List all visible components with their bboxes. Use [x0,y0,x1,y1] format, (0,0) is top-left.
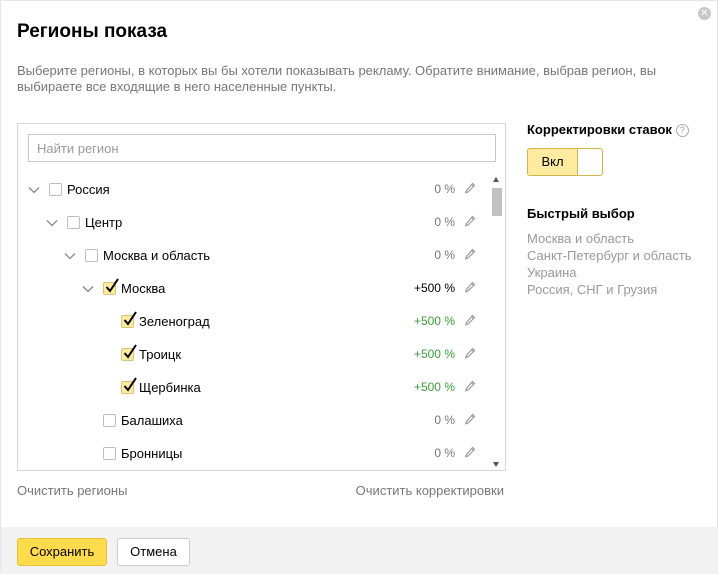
tree-row[interactable]: Троицк +500 % [18,339,488,372]
scroll-up-icon[interactable] [493,177,499,182]
pencil-icon[interactable] [464,380,476,394]
region-label: Балашиха [121,413,183,428]
quick-select-list: Москва и область Санкт-Петербург и облас… [527,230,697,298]
dialog-description: Выберите регионы, в которых вы бы хотели… [17,63,657,94]
bid-adjustment-percent: +500 % [413,347,455,361]
quick-select-heading: Быстрый выбор [527,206,635,221]
dialog-footer: Сохранить Отмена [1,527,718,574]
chevron-down-icon[interactable] [27,183,41,197]
tree-row[interactable]: Зеленоград +500 % [18,306,488,339]
region-label: Москва и область [103,248,211,263]
region-label: Зеленоград [139,314,210,329]
tree-row[interactable]: Москва +500 % [18,273,488,306]
quick-item[interactable]: Россия, СНГ и Грузия [527,281,697,298]
pencil-icon[interactable] [464,248,476,262]
save-button[interactable]: Сохранить [17,538,107,566]
bid-adjustment-percent: +500 % [413,314,455,328]
pencil-icon[interactable] [464,446,476,460]
chevron-down-icon[interactable] [63,249,77,263]
toggle-on-label: Вкл [528,149,578,175]
region-label: Бронницы [121,446,183,461]
adjustments-heading: Корректировки ставок? [527,122,707,137]
bid-adjustment-percent: +500 % [413,380,455,394]
region-label: Россия [67,182,110,197]
pencil-icon[interactable] [464,281,476,295]
tree-row[interactable]: Россия 0 % [18,174,488,207]
region-tree-panel: Россия0 %Центр0 %Москва и область0 %Моск… [17,123,506,471]
bid-adjustment-percent: 0 % [434,446,455,460]
bid-adjustment-percent: 0 % [434,182,455,196]
pencil-icon[interactable] [464,215,476,229]
tree-row[interactable]: Центр 0 % [18,207,488,240]
tree-row[interactable]: Балашиха 0 % [18,405,488,438]
adjustments-toggle[interactable]: Вкл [527,148,603,176]
cancel-button[interactable]: Отмена [117,538,190,566]
quick-item[interactable]: Украина [527,264,697,281]
close-icon[interactable]: ✕ [698,7,711,20]
clear-adjustments-link[interactable]: Очистить корректировки [356,483,504,498]
pencil-icon[interactable] [464,413,476,427]
region-checkbox[interactable] [121,344,137,361]
tree-scrollbar[interactable] [490,174,504,470]
scroll-down-icon[interactable] [493,462,499,467]
region-checkbox[interactable] [121,377,137,394]
region-checkbox[interactable] [103,414,116,427]
region-checkbox[interactable] [103,447,116,460]
chevron-down-icon[interactable] [45,216,59,230]
region-checkbox[interactable] [103,278,119,295]
bid-adjustment-percent: 0 % [434,413,455,427]
region-checkbox[interactable] [85,249,98,262]
region-checkbox[interactable] [67,216,80,229]
clear-regions-link[interactable]: Очистить регионы [17,483,127,498]
quick-item[interactable]: Санкт-Петербург и область [527,247,697,264]
adjustments-title: Корректировки ставок [527,122,672,137]
region-checkbox[interactable] [49,183,62,196]
tree-row[interactable]: Москва и область 0 % [18,240,488,273]
tree-row[interactable]: Щербинка +500 % [18,372,488,405]
pencil-icon[interactable] [464,182,476,196]
help-icon[interactable]: ? [675,124,689,137]
dialog-title: Регионы показа [17,21,168,42]
pencil-icon[interactable] [464,347,476,361]
chevron-down-icon[interactable] [81,282,95,296]
bid-adjustment-percent: 0 % [434,215,455,229]
bid-adjustment-percent: +500 % [413,281,455,295]
region-label: Троицк [139,347,182,362]
pencil-icon[interactable] [464,314,476,328]
region-checkbox[interactable] [121,311,137,328]
tree-row[interactable]: Бронницы 0 % [18,438,488,470]
region-label: Москва [121,281,166,296]
bid-adjustment-percent: 0 % [434,248,455,262]
region-search-input[interactable] [28,134,496,162]
regions-dialog: Регионы показа ✕ Выберите регионы, в кот… [0,0,718,574]
side-panel: Корректировки ставок? Вкл Быстрый выбор … [527,122,707,297]
region-label: Щербинка [139,380,201,395]
region-label: Центр [85,215,123,230]
scroll-thumb[interactable] [492,188,502,216]
quick-item[interactable]: Москва и область [527,230,697,247]
